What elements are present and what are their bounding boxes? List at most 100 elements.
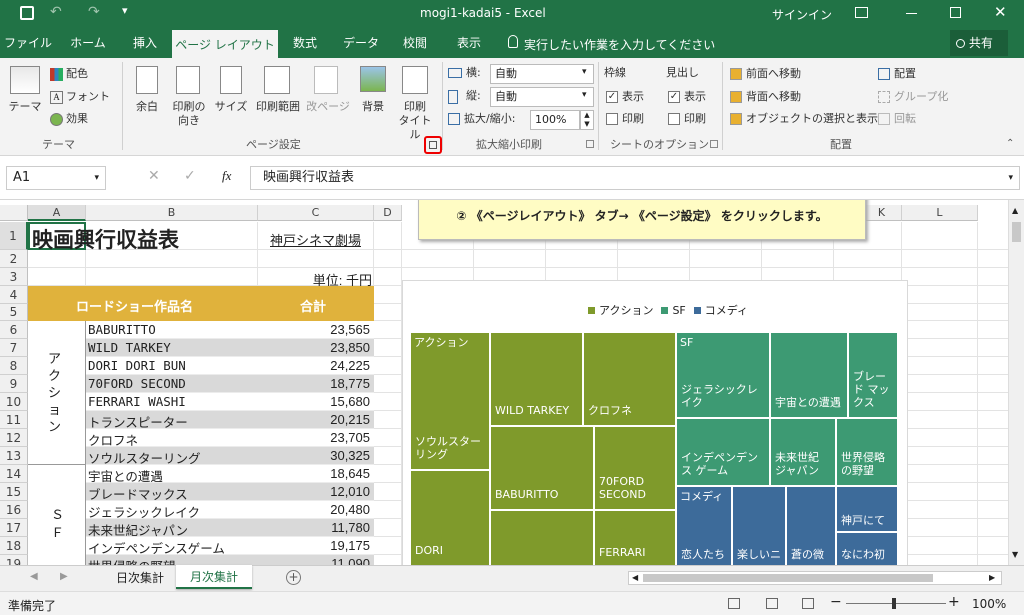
- maximize-icon[interactable]: [950, 7, 961, 18]
- tab-formulas[interactable]: 数式: [282, 28, 328, 58]
- tab-home[interactable]: ホーム: [60, 28, 116, 58]
- undo-icon[interactable]: ↶: [50, 4, 62, 20]
- treemap-tile[interactable]: 蒼の微: [786, 486, 836, 565]
- col-header-b[interactable]: B: [86, 205, 258, 221]
- headings-view-checkbox[interactable]: ✓ 表示: [668, 90, 706, 104]
- scroll-left-icon[interactable]: ◀: [632, 573, 638, 582]
- signin-link[interactable]: サインイン: [772, 6, 832, 23]
- tab-scroll-left-icon[interactable]: ◀: [30, 571, 38, 582]
- treemap-tile[interactable]: なにわ初: [836, 532, 898, 565]
- align-button[interactable]: 配置: [894, 67, 916, 81]
- treemap-tile[interactable]: 70FORD SECOND: [594, 426, 676, 510]
- collapse-ribbon-icon[interactable]: ⌃: [1006, 138, 1014, 149]
- treemap-tile[interactable]: コメディ 恋人たち: [676, 486, 732, 565]
- print-area-button[interactable]: 印刷範囲: [252, 100, 304, 114]
- treemap-tile[interactable]: 楽しいニ: [732, 486, 786, 565]
- treemap-tile[interactable]: 神戸にて: [836, 486, 898, 532]
- breaks-button[interactable]: 改ページ: [304, 100, 352, 114]
- height-select[interactable]: 自動: [490, 87, 594, 107]
- col-header-d[interactable]: D: [374, 205, 402, 221]
- row-header[interactable]: 5: [0, 304, 28, 321]
- page-setup-dialog-launcher-icon[interactable]: [429, 141, 437, 149]
- treemap-tile[interactable]: ブレード マックス: [848, 332, 898, 418]
- treemap-tile[interactable]: 世界侵略 の野望: [836, 418, 898, 486]
- zoom-slider[interactable]: [846, 603, 946, 604]
- treemap-tile[interactable]: DORI: [410, 470, 490, 565]
- select-all-corner[interactable]: [0, 205, 28, 221]
- treemap-tile[interactable]: アクション ソウルスターリング: [410, 332, 490, 470]
- scroll-right-icon[interactable]: ▶: [989, 573, 995, 582]
- fonts-button[interactable]: フォント: [66, 90, 110, 104]
- treemap-tile[interactable]: FERRARI: [594, 510, 676, 565]
- treemap-tile[interactable]: [490, 510, 594, 565]
- row-header[interactable]: 11: [0, 411, 28, 429]
- tab-data[interactable]: データ: [336, 28, 386, 58]
- row-header[interactable]: 14: [0, 465, 28, 483]
- scale-input[interactable]: 100%: [530, 110, 580, 130]
- close-icon[interactable]: ✕: [994, 3, 1007, 21]
- sheet-options-launcher-icon[interactable]: [710, 140, 718, 148]
- gridlines-view-checkbox[interactable]: ✓ 表示: [606, 90, 644, 104]
- row-header[interactable]: 17: [0, 519, 28, 537]
- horizontal-scrollbar[interactable]: ◀ ▶: [628, 571, 1002, 585]
- col-header-k[interactable]: K: [862, 205, 902, 221]
- row-header[interactable]: 9: [0, 375, 28, 393]
- treemap-tile[interactable]: SF ジェラシックレイク: [676, 332, 770, 418]
- row-header[interactable]: 10: [0, 393, 28, 411]
- spinner-icon[interactable]: ▲ ▼: [580, 110, 594, 130]
- treemap-tile[interactable]: 未来世紀 ジャパン: [770, 418, 836, 486]
- bring-forward-button[interactable]: 前面へ移動: [746, 67, 801, 81]
- treemap-tile[interactable]: WILD TARKEY: [490, 332, 583, 426]
- enter-icon[interactable]: ✓: [184, 168, 196, 184]
- tab-review[interactable]: 校閲: [392, 28, 438, 58]
- colors-button[interactable]: 配色: [66, 67, 88, 81]
- tab-file[interactable]: ファイル: [0, 28, 56, 58]
- row-header[interactable]: 6: [0, 321, 28, 339]
- theme-button[interactable]: テーマ: [6, 100, 44, 114]
- add-sheet-icon[interactable]: +: [286, 570, 301, 585]
- zoom-slider-thumb[interactable]: [892, 598, 896, 609]
- col-header-c[interactable]: C: [258, 205, 374, 221]
- row-header[interactable]: 16: [0, 501, 28, 519]
- effects-button[interactable]: 効果: [66, 112, 88, 126]
- row-header[interactable]: 4: [0, 286, 28, 304]
- insert-function-icon[interactable]: fx: [222, 168, 231, 184]
- row-header[interactable]: 13: [0, 447, 28, 465]
- size-button[interactable]: サイズ: [214, 100, 248, 114]
- scale-launcher-icon[interactable]: [586, 140, 594, 148]
- tell-me-box[interactable]: 実行したい作業を入力してください: [524, 36, 715, 53]
- save-icon[interactable]: [20, 6, 34, 20]
- row-header[interactable]: 18: [0, 537, 28, 555]
- tab-insert[interactable]: 挿入: [120, 28, 170, 58]
- row-header[interactable]: 15: [0, 483, 28, 501]
- tab-page-layout[interactable]: ページ レイアウト: [172, 28, 278, 58]
- background-button[interactable]: 背景: [354, 100, 392, 114]
- treemap-tile[interactable]: 宇宙との遭遇: [770, 332, 848, 418]
- send-backward-button[interactable]: 背面へ移動: [746, 90, 801, 104]
- row-header[interactable]: 1: [0, 222, 28, 250]
- formula-input[interactable]: 映画興行収益表 ▾: [250, 166, 1020, 190]
- vertical-scrollbar[interactable]: ▲ ▼: [1008, 200, 1024, 565]
- zoom-level[interactable]: 100%: [972, 597, 1006, 611]
- selection-pane-button[interactable]: オブジェクトの選択と表示: [746, 112, 878, 126]
- normal-view-icon[interactable]: [728, 598, 740, 609]
- ribbon-display-icon[interactable]: [855, 7, 868, 18]
- group-button[interactable]: グループ化: [894, 90, 948, 104]
- row-header[interactable]: 8: [0, 357, 28, 375]
- row-header[interactable]: 12: [0, 429, 28, 447]
- scroll-up-icon[interactable]: ▲: [1012, 206, 1018, 215]
- tab-scroll-right-icon[interactable]: ▶: [60, 571, 68, 582]
- col-header-l[interactable]: L: [902, 205, 978, 221]
- page-break-view-icon[interactable]: [802, 598, 814, 609]
- rotate-button[interactable]: 回転: [894, 112, 916, 126]
- treemap-tile[interactable]: クロフネ: [583, 332, 676, 426]
- zoom-in-icon[interactable]: +: [948, 594, 960, 610]
- treemap-tile[interactable]: BABURITTO: [490, 426, 594, 510]
- redo-icon[interactable]: ↷: [88, 4, 100, 20]
- tab-view[interactable]: 表示: [446, 28, 492, 58]
- col-header-a[interactable]: A: [28, 205, 86, 221]
- page-layout-view-icon[interactable]: [766, 598, 778, 609]
- gridlines-print-checkbox[interactable]: 印刷: [606, 112, 644, 126]
- scroll-thumb[interactable]: [1012, 222, 1021, 242]
- width-select[interactable]: 自動: [490, 64, 594, 84]
